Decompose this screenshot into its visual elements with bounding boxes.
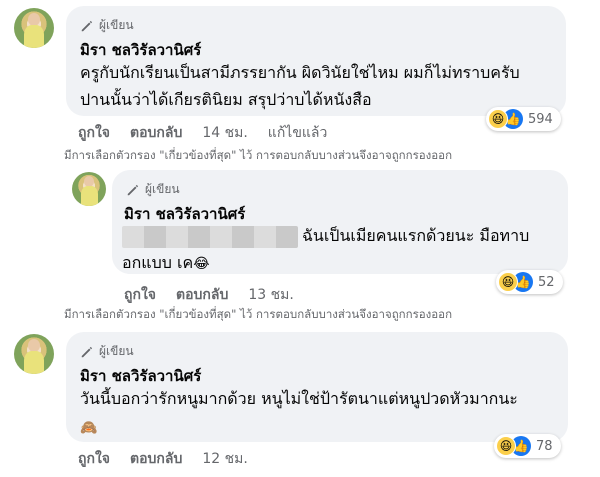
comment-text-line: วันนี้บอกว่ารักหนูมากด้วย หนูไม่ใช่ป้ารั… bbox=[80, 389, 518, 408]
comment-text-fragment: ฉันเป็นเมียคนแรกด้วยนะ มือทาบ bbox=[302, 226, 530, 245]
pen-icon bbox=[127, 184, 139, 195]
author-badge-label: ผู้เขียน bbox=[145, 182, 180, 196]
haha-reaction-icon: 😆 bbox=[498, 272, 518, 292]
comment-text-line: ครูกับนักเรียนเป็นสามีภรรยากัน ผิดวินัยใ… bbox=[80, 63, 520, 82]
avatar[interactable] bbox=[14, 334, 54, 374]
reaction-count: 78 bbox=[536, 438, 553, 454]
author-badge: ผู้เขียน bbox=[126, 180, 180, 199]
like-button[interactable]: ถูกใจ bbox=[78, 448, 110, 470]
avatar[interactable] bbox=[72, 172, 106, 206]
avatar[interactable] bbox=[14, 8, 54, 48]
comment-bubble: ผู้เขียน มิรา ชลวิรัลวานิศร์ ครูกับนักเร… bbox=[66, 6, 566, 116]
redacted-name bbox=[122, 225, 298, 248]
haha-reaction-icon: 😆 bbox=[496, 436, 516, 456]
author-badge: ผู้เขียน bbox=[80, 16, 134, 35]
reaction-summary[interactable]: 😆 👍 52 bbox=[496, 270, 563, 294]
comment-actions: ถูกใจ ตอบกลับ 14 ชม. แก้ไขแล้ว bbox=[78, 122, 327, 144]
filter-notice: มีการเลือกตัวกรอง "เกี่ยวข้องที่สุด" ไว้… bbox=[64, 307, 453, 321]
comment-timestamp[interactable]: 13 ชม. bbox=[248, 284, 293, 306]
laughing-emoji-icon: 😂 bbox=[193, 256, 210, 272]
reaction-count: 594 bbox=[528, 111, 553, 127]
reply-button[interactable]: ตอบกลับ bbox=[130, 122, 182, 144]
comment-timestamp[interactable]: 12 ชม. bbox=[202, 448, 247, 470]
pen-icon bbox=[81, 20, 93, 31]
comment-text-fragment: อกแบบ เค bbox=[122, 253, 194, 272]
filter-notice: มีการเลือกตัวกรอง "เกี่ยวข้องที่สุด" ไว้… bbox=[64, 148, 453, 162]
comment-text-line: อกแบบ เค😂 bbox=[122, 248, 210, 279]
reply-button[interactable]: ตอบกลับ bbox=[176, 284, 228, 306]
comment-timestamp[interactable]: 14 ชม. bbox=[202, 122, 247, 144]
comment-actions: ถูกใจ ตอบกลับ 12 ชม. bbox=[78, 448, 248, 470]
comment-bubble: ผู้เขียน มิรา ชลวิรัลวานิศร์ วันนี้บอกว่… bbox=[66, 332, 568, 442]
comment-text-line: ฉันเป็นเมียคนแรกด้วยนะ มือทาบ bbox=[122, 221, 529, 250]
reaction-count: 52 bbox=[538, 274, 555, 290]
see-no-evil-monkey-emoji-icon: 🙈 bbox=[80, 420, 98, 436]
edited-label: แก้ไขแล้ว bbox=[267, 125, 328, 141]
pen-icon bbox=[81, 346, 93, 357]
comment-text-line: 🙈 bbox=[80, 412, 97, 443]
reply-button[interactable]: ตอบกลับ bbox=[130, 448, 182, 470]
comment-actions: ถูกใจ ตอบกลับ 13 ชม. bbox=[124, 284, 294, 306]
reaction-summary[interactable]: 😆 👍 594 bbox=[486, 107, 561, 131]
comment-bubble: ผู้เขียน มิรา ชลวิรัลวานิศร์ ฉันเป็นเมีย… bbox=[112, 170, 568, 274]
like-button[interactable]: ถูกใจ bbox=[78, 122, 110, 144]
haha-reaction-icon: 😆 bbox=[488, 109, 508, 129]
like-button[interactable]: ถูกใจ bbox=[124, 284, 156, 306]
author-badge-label: ผู้เขียน bbox=[99, 344, 134, 358]
comment-text-line: ปานนั้นว่าได้เกียรตินิยม สรุปว่าบได้หนัง… bbox=[80, 90, 372, 109]
author-badge: ผู้เขียน bbox=[80, 342, 134, 361]
reaction-summary[interactable]: 😆 👍 78 bbox=[494, 434, 561, 458]
author-badge-label: ผู้เขียน bbox=[99, 18, 134, 32]
